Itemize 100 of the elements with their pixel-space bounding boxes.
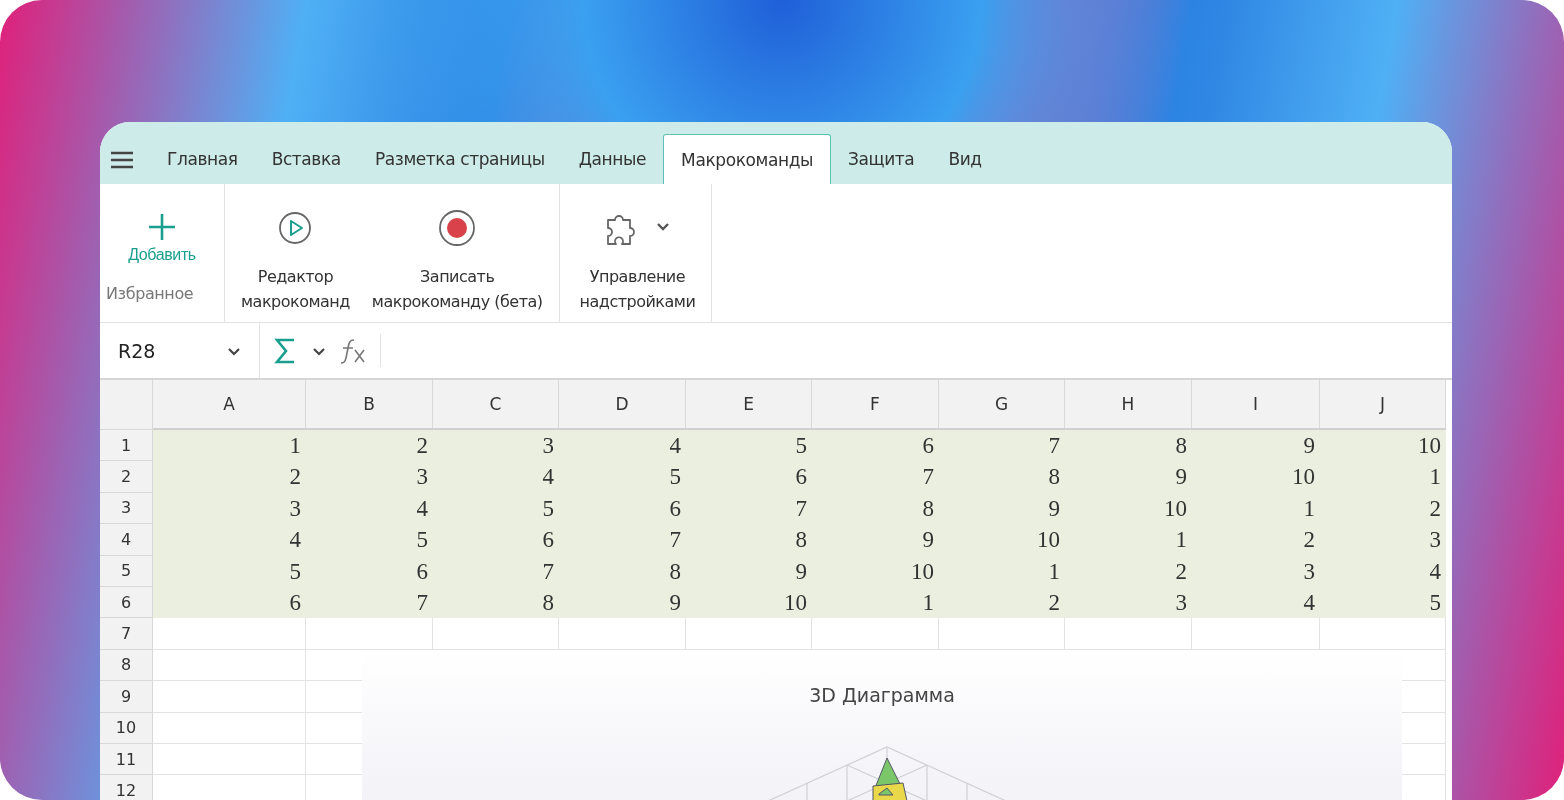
column-header[interactable]: F (812, 380, 939, 430)
table-cell: 9 (1192, 430, 1320, 462)
table-cell: 9 (812, 524, 939, 556)
table-cell: 4 (433, 461, 559, 493)
cell-reference: R28 (118, 339, 156, 362)
table-cell: 8 (939, 461, 1065, 493)
table-cell: 6 (686, 461, 812, 493)
table-cell: 2 (306, 430, 433, 462)
column-header[interactable]: I (1192, 380, 1320, 430)
table-cell: 4 (1192, 586, 1320, 619)
group-label: Избранное (106, 284, 194, 303)
table-cell: 8 (812, 492, 939, 525)
table-cell: 7 (306, 586, 433, 619)
row-header[interactable]: 11 (100, 743, 153, 776)
chart-area[interactable]: 3D Диаграмма (362, 650, 1402, 800)
table-cell: 4 (153, 524, 306, 556)
table-cell: 10 (1065, 492, 1192, 525)
table-cell: 1 (812, 586, 939, 619)
table-cell: 10 (1192, 461, 1320, 493)
table-cell: 9 (939, 492, 1065, 525)
menu-tab[interactable]: Данные (561, 134, 664, 184)
row-header[interactable]: 10 (100, 712, 153, 744)
row-header[interactable]: 1 (100, 430, 153, 462)
table-cell: 5 (559, 461, 686, 493)
table-cell: 3 (1065, 586, 1192, 619)
row-header[interactable]: 7 (100, 618, 153, 650)
row-header[interactable]: 9 (100, 681, 153, 713)
chevron-down-icon[interactable] (312, 345, 326, 356)
column-header[interactable]: E (686, 380, 812, 430)
table-cell: 1 (939, 555, 1065, 587)
table-cell: 6 (433, 524, 559, 556)
table-cell: 3 (1192, 555, 1320, 587)
table-cell: 5 (686, 430, 812, 462)
table-cell: 2 (939, 586, 1065, 619)
column-header[interactable]: G (939, 380, 1065, 430)
table-cell: 8 (686, 524, 812, 556)
row-header[interactable]: 3 (100, 492, 153, 525)
menu-tab[interactable]: Макрокоманды (663, 134, 832, 184)
table-cell: 4 (559, 430, 686, 462)
menu-tab[interactable]: Защита (831, 134, 932, 184)
table-cell: 1 (1065, 524, 1192, 556)
table-cell: 10 (939, 524, 1065, 556)
name-box[interactable]: R28 (100, 323, 260, 378)
table-cell: 3 (153, 492, 306, 525)
table-cell: 3 (306, 461, 433, 493)
column-header[interactable]: B (306, 380, 433, 430)
table-cell: 5 (153, 555, 306, 587)
row-header[interactable]: 5 (100, 555, 153, 587)
table-cell: 1 (153, 430, 306, 462)
table-cell: 9 (686, 555, 812, 587)
chart-title: 3D Диаграмма (809, 684, 955, 706)
function-icon[interactable] (340, 336, 366, 365)
chevron-down-icon[interactable] (227, 345, 241, 356)
column-header[interactable]: A (153, 380, 306, 430)
table-cell: 9 (559, 586, 686, 619)
table-cell: 1 (1192, 492, 1320, 525)
menu-icon[interactable] (110, 151, 134, 169)
plus-icon (147, 212, 177, 242)
column-header[interactable]: H (1065, 380, 1192, 430)
table-cell: 6 (306, 555, 433, 587)
table-cell: 8 (559, 555, 686, 587)
table-cell: 10 (1320, 430, 1446, 462)
row-header[interactable]: 2 (100, 461, 153, 493)
ribbon-button[interactable]: Записать макрокоманду (бета) (363, 184, 551, 322)
row-header[interactable]: 4 (100, 524, 153, 556)
table-cell: 10 (686, 586, 812, 619)
table-cell: 3 (433, 430, 559, 462)
table-cell: 4 (1320, 555, 1446, 587)
row-header[interactable]: 6 (100, 586, 153, 619)
table-cell: 5 (1320, 586, 1446, 619)
row-header[interactable]: 12 (100, 775, 153, 800)
row-header[interactable]: 8 (100, 649, 153, 682)
ribbon-button[interactable]: Управление надстройками (567, 184, 704, 322)
column-header[interactable]: C (433, 380, 559, 430)
play-icon (278, 211, 313, 245)
column-header[interactable]: J (1320, 380, 1446, 430)
record-icon (438, 209, 477, 247)
table-cell: 2 (1192, 524, 1320, 556)
table-cell: 7 (939, 430, 1065, 462)
table-cell: 6 (812, 430, 939, 462)
table-cell: 7 (686, 492, 812, 525)
menu-tab[interactable]: Вставка (254, 134, 358, 184)
column-header[interactable]: D (559, 380, 686, 430)
table-cell: 6 (153, 586, 306, 619)
table-cell: 1 (1320, 461, 1446, 493)
table-cell: 6 (559, 492, 686, 525)
table-cell: 3 (1320, 524, 1446, 556)
table-cell: 7 (559, 524, 686, 556)
table-cell: 7 (433, 555, 559, 587)
menu-tab[interactable]: Разметка страницы (357, 134, 562, 184)
ribbon-button[interactable]: Редактор макрокоманд (233, 184, 358, 322)
table-cell: 8 (433, 586, 559, 619)
table-cell: 2 (153, 461, 306, 493)
table-cell: 2 (1320, 492, 1446, 525)
menu-tab[interactable]: Главная (150, 134, 255, 184)
table-cell: 2 (1065, 555, 1192, 587)
table-cell: 10 (812, 555, 939, 587)
menu-tab[interactable]: Вид (931, 134, 999, 184)
table-cell: 5 (306, 524, 433, 556)
table-cell: 5 (433, 492, 559, 525)
